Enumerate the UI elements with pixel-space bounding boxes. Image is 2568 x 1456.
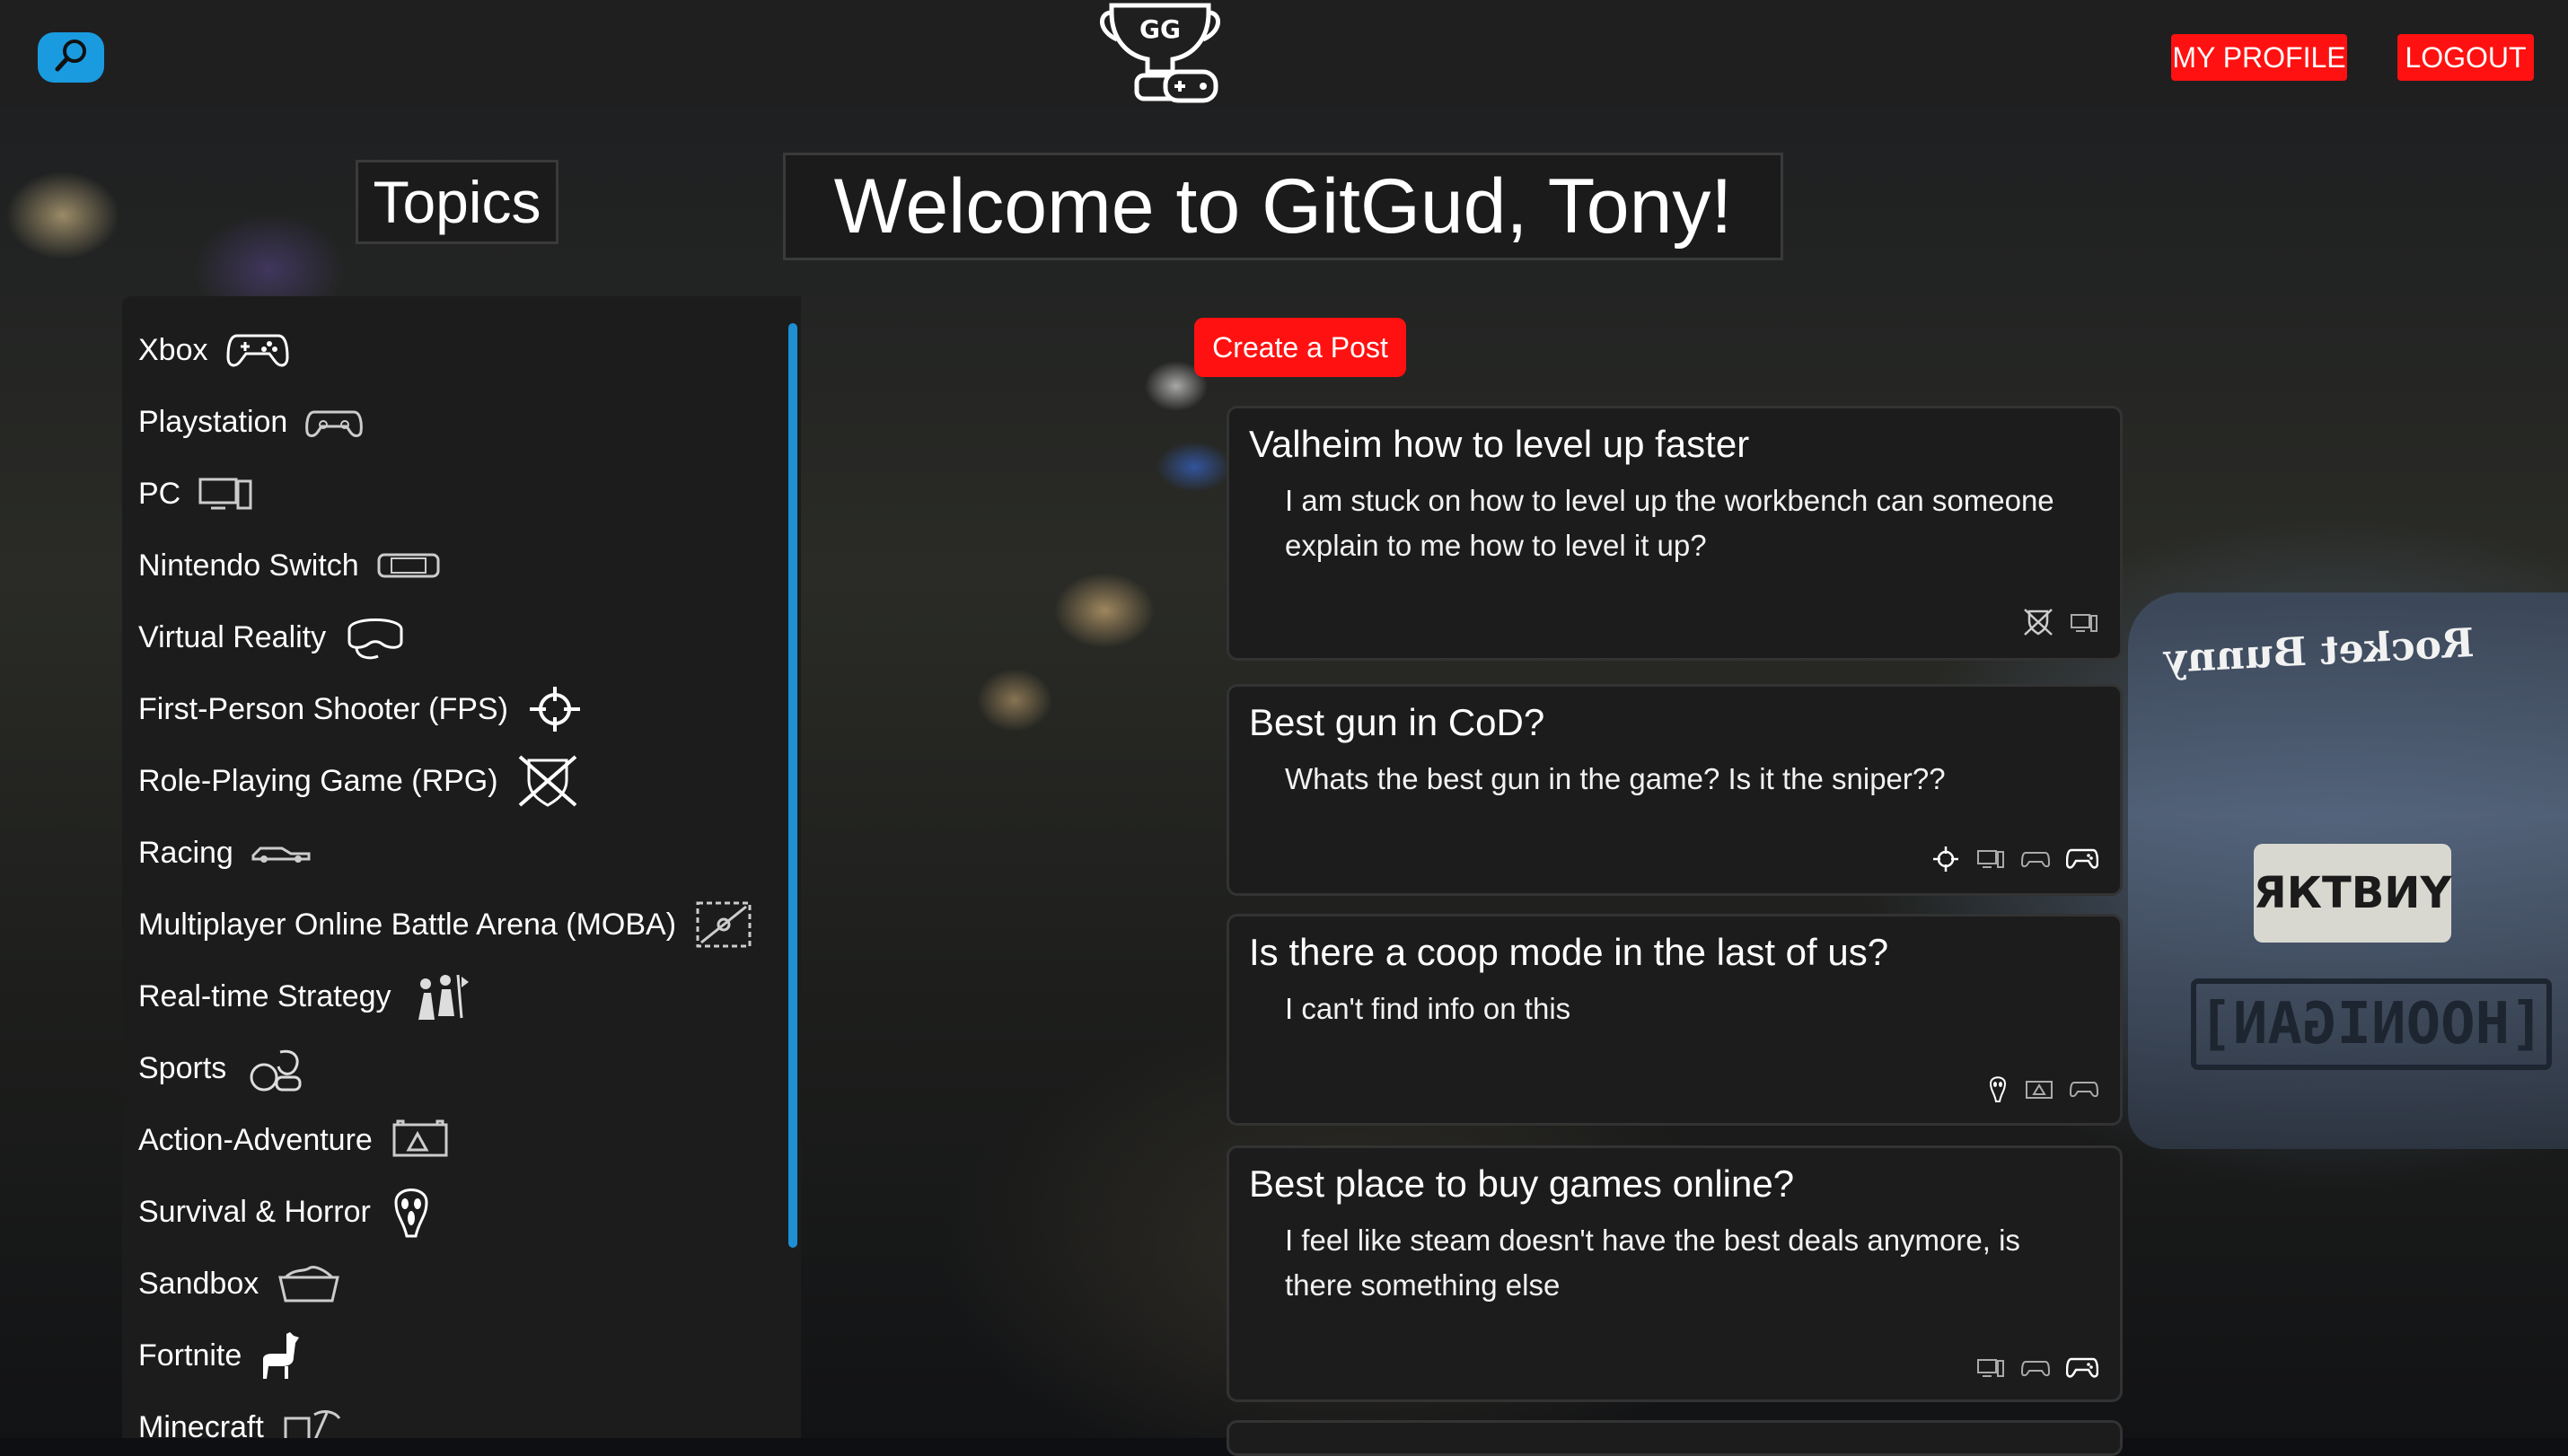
sandbox-icon: [277, 1263, 341, 1304]
post-body: I am stuck on how to level up the workbe…: [1285, 484, 2054, 562]
topic-label: Racing: [138, 835, 233, 870]
crosshair-icon: [1931, 845, 1960, 877]
topic-action-adventure[interactable]: Action-Adventure: [138, 1108, 450, 1172]
pc-icon: [2070, 612, 2098, 637]
ghost-mask-icon: [1987, 1074, 2009, 1107]
topic-label: First-Person Shooter (FPS): [138, 691, 508, 726]
playstation-controller-icon: [2020, 850, 2051, 872]
post-title: Is there a coop mode in the last of us?: [1249, 931, 1889, 973]
llama-icon: [259, 1330, 304, 1381]
xbox-controller-icon: [225, 330, 289, 370]
topic-pc[interactable]: PC: [138, 461, 252, 526]
topic-nintendo-switch[interactable]: Nintendo Switch: [138, 533, 440, 598]
topic-label: Sports: [138, 1050, 227, 1085]
topic-label: Role-Playing Game (RPG): [138, 763, 498, 798]
topic-minecraft[interactable]: Minecraft: [138, 1395, 341, 1438]
post-tags: [1976, 1356, 2099, 1383]
pc-icon: [1976, 1357, 2005, 1382]
logout-button[interactable]: LOGOUT: [2397, 34, 2534, 81]
gitgud-logo[interactable]: GG: [1094, 0, 1227, 106]
topic-fortnite[interactable]: Fortnite: [138, 1323, 304, 1388]
crosshair-icon: [526, 685, 584, 733]
post-card[interactable]: Best place to buy games online? I feel l…: [1227, 1145, 2123, 1402]
topic-sandbox[interactable]: Sandbox: [138, 1251, 341, 1316]
topic-label: PC: [138, 476, 181, 511]
topic-label: Sandbox: [138, 1266, 259, 1301]
my-profile-button[interactable]: MY PROFILE: [2171, 34, 2347, 81]
sidebar-scrollbar[interactable]: [788, 323, 797, 1248]
post-tags: [1987, 1074, 2099, 1107]
search-icon: [51, 36, 91, 79]
welcome-heading: Welcome to GitGud, Tony!: [783, 153, 1783, 260]
xbox-controller-icon: [2065, 847, 2099, 874]
topic-sports[interactable]: Sports: [138, 1036, 303, 1101]
switch-icon: [377, 551, 440, 580]
post-card[interactable]: Best gun in CoD? Whats the best gun in t…: [1227, 684, 2123, 896]
topics-sidebar[interactable]: Xbox Playstation PC Nintendo Switch Virt…: [122, 296, 801, 1438]
post-tags: [1931, 845, 2099, 877]
sports-icon: [244, 1043, 303, 1093]
topic-label: Fortnite: [138, 1338, 242, 1373]
shield-swords-icon: [2023, 608, 2054, 642]
xbox-controller-icon: [2065, 1356, 2099, 1383]
pc-icon: [198, 476, 252, 512]
post-card[interactable]: Is there a coop mode in the last of us? …: [1227, 914, 2123, 1126]
post-card-partial[interactable]: [1227, 1420, 2123, 1456]
action-adventure-icon: [391, 1119, 450, 1161]
topic-label: Real-time Strategy: [138, 978, 391, 1013]
pickaxe-block-icon: [282, 1408, 341, 1438]
topic-label: Playstation: [138, 404, 288, 439]
topic-fps[interactable]: First-Person Shooter (FPS): [138, 677, 584, 741]
moba-map-icon: [694, 899, 753, 950]
topic-survival-horror[interactable]: Survival & Horror: [138, 1180, 434, 1244]
topic-label: Multiplayer Online Battle Arena (MOBA): [138, 907, 677, 942]
post-body: I can't find info on this: [1285, 992, 1571, 1025]
license-plate: ЯКТВИY: [2254, 844, 2451, 943]
post-title: Valheim how to level up faster: [1249, 423, 1750, 465]
race-car-icon: [251, 841, 311, 864]
topic-playstation[interactable]: Playstation: [138, 390, 364, 454]
topic-label: Action-Adventure: [138, 1122, 373, 1157]
post-body: I feel like steam doesn't have the best …: [1285, 1224, 2020, 1302]
car-sign: [HOONIGAN]: [2191, 978, 2552, 1070]
vr-headset-icon: [344, 611, 407, 663]
playstation-controller-icon: [2069, 1080, 2099, 1101]
playstation-controller-icon: [305, 407, 364, 437]
topic-moba[interactable]: Multiplayer Online Battle Arena (MOBA): [138, 892, 753, 957]
topic-virtual-reality[interactable]: Virtual Reality: [138, 605, 407, 670]
topic-label: Virtual Reality: [138, 619, 327, 654]
shield-swords-icon: [516, 753, 579, 809]
topic-rts[interactable]: Real-time Strategy: [138, 964, 469, 1029]
ghost-mask-icon: [389, 1184, 434, 1240]
post-tags: [2023, 608, 2098, 642]
topic-label: Xbox: [138, 332, 208, 367]
post-title: Best gun in CoD?: [1249, 701, 1545, 743]
post-title: Best place to buy games online?: [1249, 1162, 1795, 1205]
topics-heading: Topics: [356, 160, 558, 244]
topic-xbox[interactable]: Xbox: [138, 318, 289, 382]
topic-rpg[interactable]: Role-Playing Game (RPG): [138, 749, 579, 813]
top-bar: GG MY PROFILE LOGOUT: [0, 0, 2568, 106]
pc-icon: [1976, 848, 2005, 873]
topic-label: Nintendo Switch: [138, 548, 359, 583]
topic-racing[interactable]: Racing: [138, 820, 311, 885]
post-body: Whats the best gun in the game? Is it th…: [1285, 762, 1946, 795]
logo-text: GG: [1139, 14, 1181, 44]
playstation-controller-icon: [2020, 1359, 2051, 1381]
create-post-button[interactable]: Create a Post: [1194, 318, 1406, 377]
topic-label: Survival & Horror: [138, 1194, 371, 1229]
army-icon: [409, 971, 469, 1022]
search-button[interactable]: [38, 32, 104, 83]
topic-label: Minecraft: [138, 1409, 264, 1439]
post-card[interactable]: Valheim how to level up faster I am stuc…: [1227, 406, 2123, 661]
action-adventure-icon: [2025, 1078, 2054, 1103]
